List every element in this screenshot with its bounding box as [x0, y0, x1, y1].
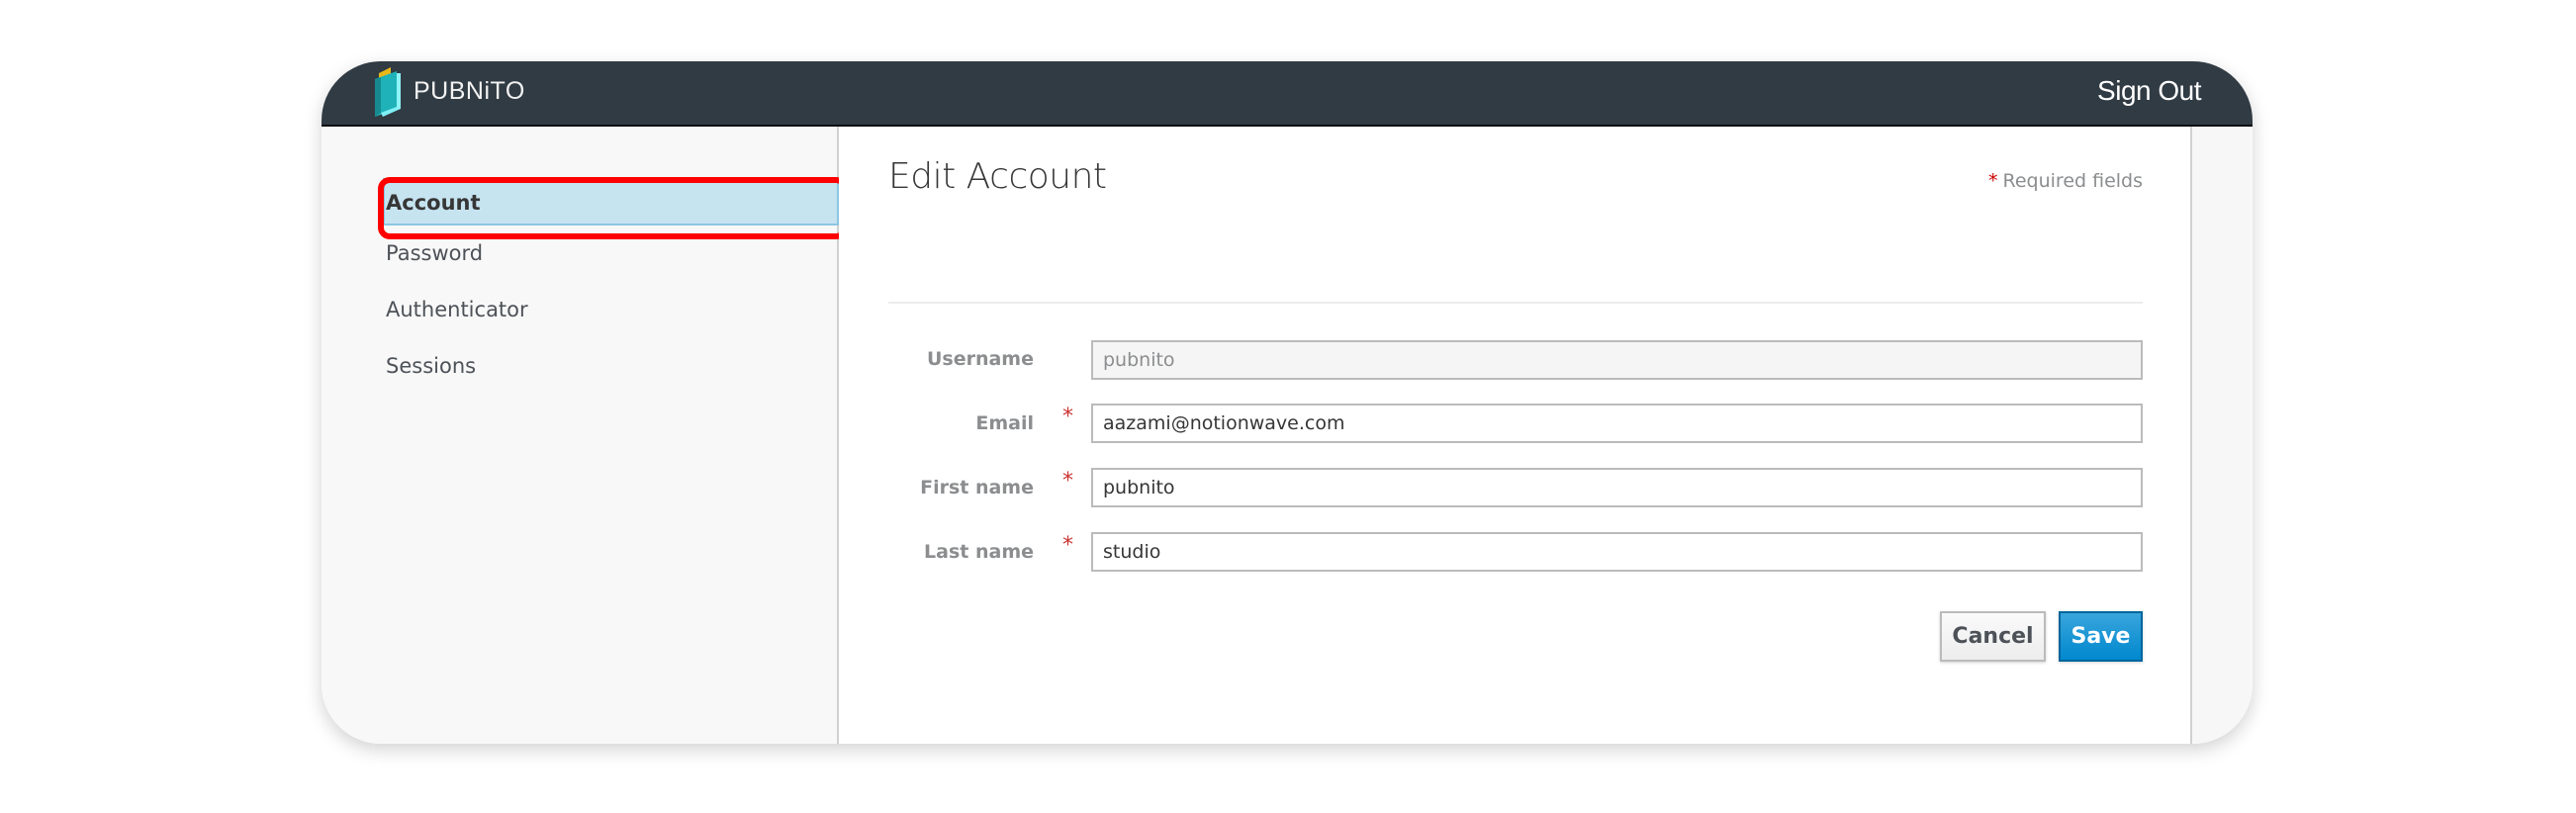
required-fields-text: Required fields: [2002, 170, 2144, 192]
book-logo-icon: [375, 67, 401, 117]
divider: [888, 302, 2143, 304]
first-name-label: First name: [920, 477, 1034, 498]
save-button[interactable]: Save: [2059, 611, 2143, 662]
username-label: Username: [926, 348, 1034, 370]
required-star-icon: *: [1988, 170, 1998, 192]
sidebar-item-authenticator[interactable]: Authenticator: [322, 287, 778, 334]
sidebar-item-password[interactable]: Password: [322, 230, 778, 278]
last-name-label: Last name: [924, 541, 1034, 563]
email-label: Email: [975, 412, 1034, 434]
required-fields-note: * Required fields: [1988, 170, 2143, 192]
top-header: PUBNiTO Sign Out: [322, 61, 2253, 127]
sidebar-item-label: Authenticator: [386, 298, 528, 321]
email-field[interactable]: [1091, 404, 2143, 443]
sidebar-nav: Account Password Authenticator Sessions: [322, 127, 839, 744]
last-name-field[interactable]: [1091, 532, 2143, 572]
right-panel: [2190, 127, 2253, 744]
cancel-button[interactable]: Cancel: [1940, 611, 2046, 662]
sidebar-item-label: Account: [386, 191, 481, 215]
brand-name: PUBNiTO: [414, 77, 525, 105]
first-name-field[interactable]: [1091, 468, 2143, 507]
required-star-icon: *: [1062, 533, 1073, 558]
sidebar-item-sessions[interactable]: Sessions: [322, 343, 778, 391]
main-content: Edit Account *Required fields Username E…: [839, 127, 2189, 744]
sidebar-item-label: Sessions: [386, 354, 477, 378]
sidebar-item-label: Password: [386, 241, 484, 265]
sign-out-link[interactable]: Sign Out: [2097, 61, 2201, 125]
required-star-icon: *: [1062, 405, 1073, 429]
sidebar-item-account[interactable]: Account: [383, 178, 839, 226]
app-window: PUBNiTO Sign Out Account Password Authen…: [322, 61, 2253, 744]
username-field[interactable]: [1091, 340, 2143, 380]
required-star-icon: *: [1062, 469, 1073, 494]
page-title: Edit Account: [888, 156, 1107, 197]
